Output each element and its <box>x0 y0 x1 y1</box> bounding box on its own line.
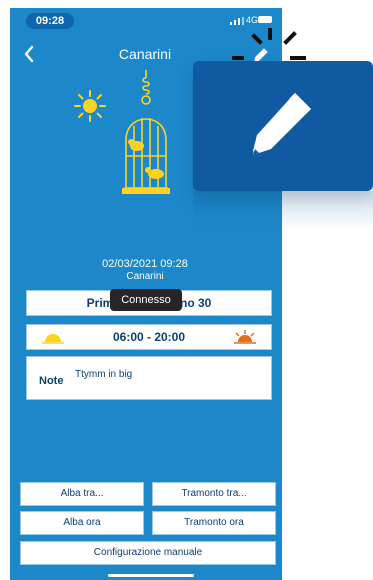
note-label: Note <box>39 375 64 387</box>
home-indicator <box>108 574 194 577</box>
callout-shadow <box>193 191 373 231</box>
battery-icon <box>258 16 272 23</box>
sunset-icon <box>234 330 256 344</box>
note-card[interactable]: Note Ttymm in big <box>26 356 272 400</box>
sun-icon <box>74 90 106 122</box>
alba-tra-button[interactable]: Alba tra... <box>20 482 144 506</box>
tramonto-tra-button[interactable]: Tramonto tra... <box>152 482 276 506</box>
toast-message: Connesso <box>110 289 182 311</box>
chevron-left-icon <box>24 45 34 63</box>
birdcage-icon <box>122 70 170 194</box>
page-title: Canarini <box>118 46 172 62</box>
datetime-label: 02/03/2021 09:28 <box>102 258 188 270</box>
pencil-icon <box>253 93 311 155</box>
network-label: 4G <box>246 15 259 25</box>
manual-config-button[interactable]: Configurazione manuale <box>20 541 276 565</box>
tramonto-ora-button[interactable]: Tramonto ora <box>152 511 276 535</box>
light-hours[interactable]: 06:00 - 20:00 <box>26 324 272 350</box>
signal-icon <box>230 17 246 25</box>
zoom-callout <box>193 61 373 191</box>
note-text: Ttymm in big <box>75 369 133 380</box>
back-button[interactable] <box>22 44 42 68</box>
status-time: 09:28 <box>26 13 74 29</box>
alba-ora-button[interactable]: Alba ora <box>20 511 144 535</box>
cage-name-label: Canarini <box>126 271 164 282</box>
